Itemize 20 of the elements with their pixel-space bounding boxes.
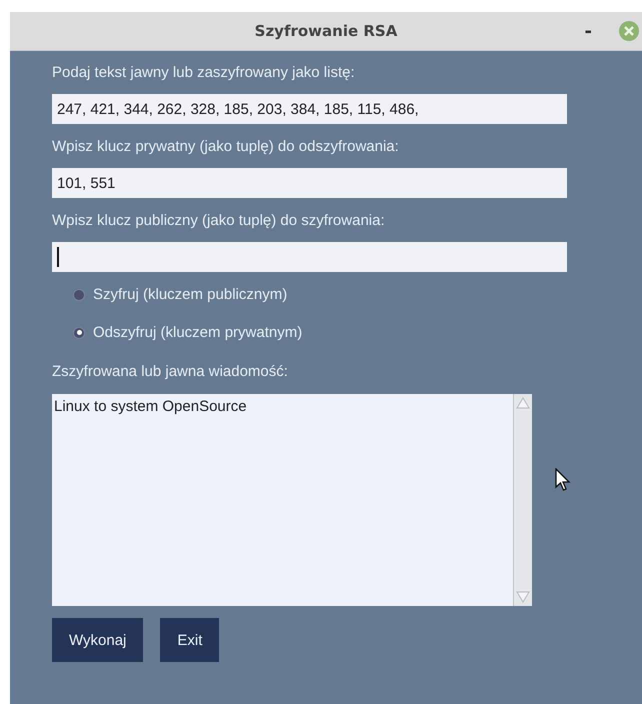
field-label: Wpisz klucz prywatny (jako tuplę) do odszyfrowania: [52, 138, 400, 156]
radio-label[interactable]: Szyfruj (kluczem publicznym) [93, 286, 288, 303]
field-label: Wpisz klucz publiczny (jako tuplę) do szyfrowania: [52, 212, 386, 230]
window-title: Szyfrowanie RSA [254, 22, 398, 40]
field-label: Zszyfrowana lub jawna wiadomość: [52, 363, 289, 380]
mouse-pointer-icon [555, 468, 571, 492]
action-button[interactable]: Exit [160, 618, 220, 662]
input-field[interactable]: 247, 421, 344, 262, 328, 185, 203, 384, 185, 115, 486, [52, 94, 567, 124]
field-label: Podaj tekst jawny lub zaszyfrowany jako listę: [52, 64, 356, 82]
input-field[interactable]: 101, 551 [52, 168, 567, 198]
minimize-button[interactable]: - [580, 20, 596, 42]
output-text-area[interactable]: Linux to system OpenSource [52, 394, 532, 606]
text-cursor [57, 247, 59, 267]
close-icon[interactable] [618, 20, 640, 42]
radio-button[interactable] [73, 326, 85, 338]
action-button[interactable]: Wykonaj [52, 618, 144, 662]
input-field[interactable] [52, 242, 567, 272]
radio-label[interactable]: Odszyfruj (kluczem prywatnym) [93, 324, 302, 341]
radio-button[interactable] [73, 288, 85, 300]
scrollbar[interactable] [513, 394, 532, 606]
